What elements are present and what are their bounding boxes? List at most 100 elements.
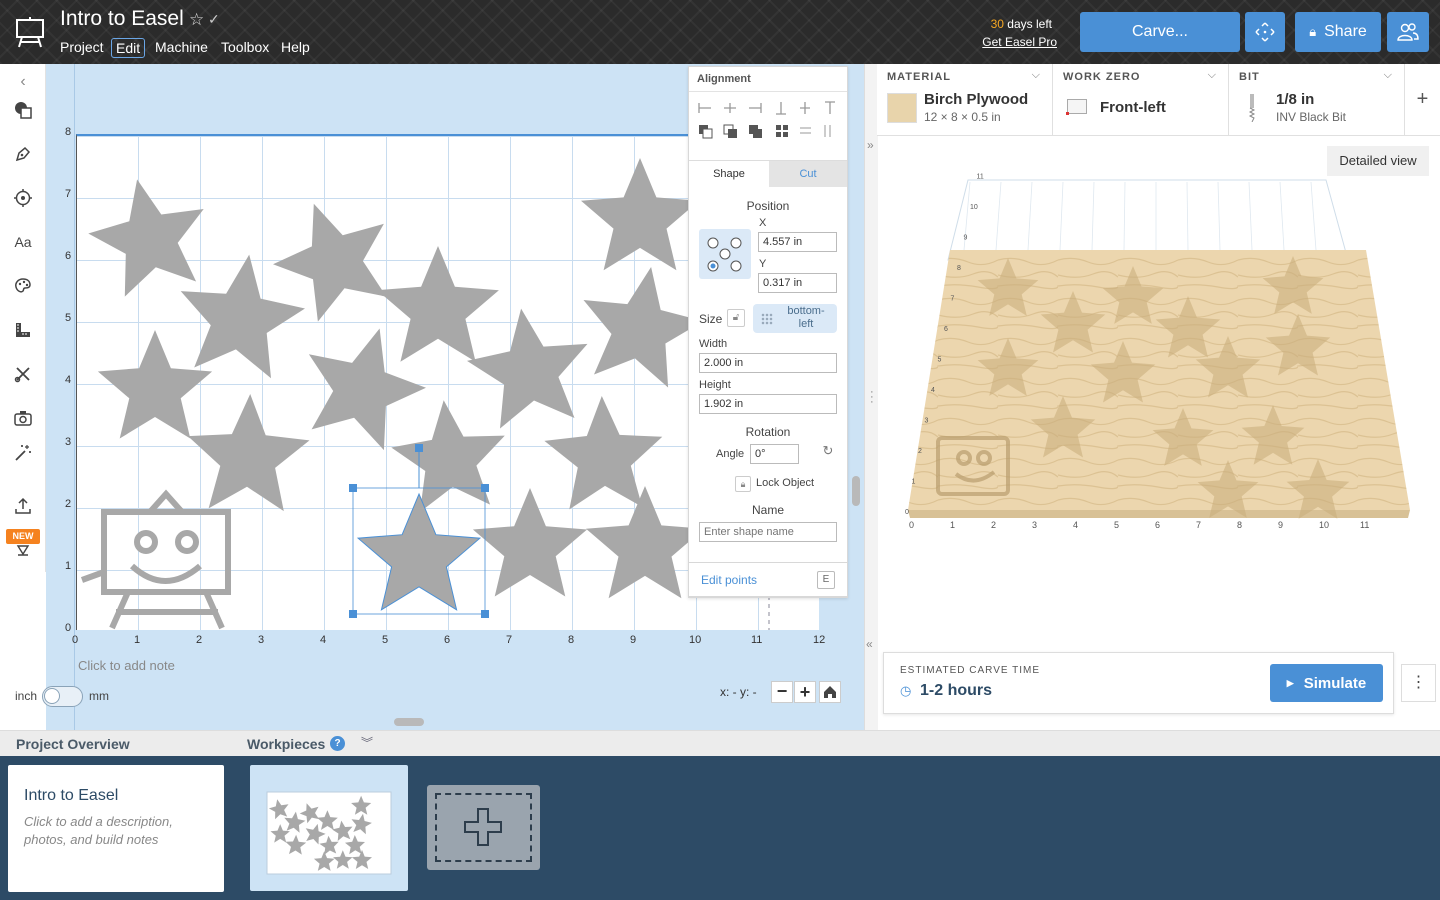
menu-toolbox[interactable]: Toolbox: [217, 38, 273, 56]
move-arrows-icon: [1255, 22, 1275, 42]
unit-toggle[interactable]: [42, 686, 83, 707]
more-options-button[interactable]: ⋮: [1401, 664, 1436, 702]
text-icon[interactable]: Aa: [11, 230, 35, 254]
target-icon[interactable]: [11, 186, 35, 210]
collapse-left-icon[interactable]: ‹: [11, 70, 35, 94]
preview-x-tick: 5: [1114, 520, 1119, 530]
width-label: Width: [699, 338, 728, 350]
ruler-icon[interactable]: [11, 318, 35, 342]
shape-name-input[interactable]: [699, 522, 837, 542]
material-dims: 12 × 8 × 0.5 in: [924, 110, 1001, 124]
x-tick-label: 12: [813, 634, 826, 646]
vertical-scrollbar[interactable]: [852, 476, 860, 506]
saved-check-icon: ✓: [208, 11, 220, 27]
share-button[interactable]: 🔒︎ Share: [1295, 12, 1381, 52]
x-tick-label: 8: [568, 634, 575, 646]
y-position-input[interactable]: 0.317 in: [758, 273, 837, 293]
bit-icon: [1248, 94, 1256, 122]
preview-x-tick: 8: [1237, 520, 1242, 530]
carve-time-value: 1-2 hours: [920, 682, 993, 699]
cut-tools-icon[interactable]: [11, 362, 35, 386]
preview-y-tick: 1: [912, 479, 916, 486]
carve-preview-3d[interactable]: 0 1 2 3 4 5 6 7 8 9 10 11 0 1 2 3 4 5 6 7 8 9 10 11: [878, 170, 1440, 540]
x-tick-label: 10: [689, 634, 702, 646]
preview-x-tick: 11: [1360, 520, 1369, 530]
size-lock-icon[interactable]: 🔓︎: [727, 309, 745, 327]
alignment-icons[interactable]: [697, 99, 841, 139]
people-icon: [1397, 23, 1419, 41]
menu-help[interactable]: Help: [277, 38, 314, 56]
expand-left-icon[interactable]: «: [866, 637, 873, 651]
home-view-button[interactable]: [819, 681, 841, 703]
rotate-reset-icon[interactable]: ↻: [819, 443, 837, 461]
x-position-input[interactable]: 4.557 in: [758, 232, 837, 252]
camera-icon[interactable]: [11, 406, 35, 430]
x-tick-label: 4: [320, 634, 327, 646]
bit-name: INV Black Bit: [1276, 110, 1347, 124]
lock-object-checkbox[interactable]: 🔒︎: [735, 476, 751, 492]
angle-input[interactable]: 0°: [750, 444, 799, 464]
project-card-description[interactable]: Click to add a description, photos, and …: [24, 813, 204, 849]
workpieces-tab[interactable]: Workpieces: [247, 736, 325, 752]
anchor-selector[interactable]: [699, 229, 751, 279]
menu-project[interactable]: Project: [56, 38, 108, 56]
menu-machine[interactable]: Machine: [151, 38, 212, 56]
help-icon[interactable]: ?: [330, 736, 345, 751]
y-tick-label: 3: [65, 436, 72, 448]
palette-icon[interactable]: [11, 274, 35, 298]
jog-machine-button[interactable]: [1245, 12, 1285, 52]
trial-days-suffix: days left: [1003, 17, 1052, 31]
simulate-button[interactable]: ▶ Simulate: [1270, 664, 1383, 702]
project-overview-tab[interactable]: Project Overview: [16, 736, 130, 752]
material-selector[interactable]: MATERIAL ⌵ Birch Plywood 12 × 8 × 0.5 in: [877, 64, 1053, 136]
collapse-double-chevron-icon[interactable]: ︾: [361, 734, 373, 751]
size-anchor-button[interactable]: bottom- left: [753, 304, 837, 333]
workpiece-thumbnail[interactable]: [250, 765, 408, 891]
get-easel-pro-link[interactable]: Get Easel Pro: [960, 35, 1057, 49]
work-zero-selector[interactable]: WORK ZERO ⌵ Front-left: [1053, 64, 1229, 136]
magic-wand-icon[interactable]: [11, 441, 35, 465]
canvas-note[interactable]: Click to add note: [78, 658, 175, 673]
expand-right-icon[interactable]: »: [867, 138, 874, 152]
y-tick-label: 4: [65, 374, 72, 386]
project-title[interactable]: Intro to Easel: [60, 7, 184, 31]
preview-y-tick: 5: [938, 357, 942, 364]
easel-logo-icon[interactable]: [14, 16, 46, 48]
y-tick-label: 5: [65, 312, 72, 324]
pen-icon[interactable]: [11, 142, 35, 166]
collapse-down-icon[interactable]: [11, 538, 35, 562]
zoom-in-button[interactable]: +: [794, 681, 816, 703]
add-workpiece-button[interactable]: [427, 785, 540, 870]
bit-selector[interactable]: BIT ⌵ 1/8 in INV Black Bit: [1229, 64, 1405, 136]
x-label: X: [759, 217, 767, 229]
grid-dots-icon: [761, 313, 773, 325]
height-input[interactable]: 1.902 in: [699, 394, 837, 414]
bit-size: 1/8 in: [1276, 91, 1315, 108]
project-overview-card[interactable]: Intro to Easel Click to add a descriptio…: [8, 765, 224, 892]
tab-shape[interactable]: Shape: [689, 160, 769, 187]
y-tick-label: 6: [65, 250, 72, 262]
preview-y-tick: 3: [925, 418, 929, 425]
edit-points-link[interactable]: Edit points: [701, 573, 757, 587]
edit-points-row[interactable]: Edit points E: [688, 562, 848, 597]
drag-handle-icon[interactable]: · · ·: [870, 387, 874, 408]
shapes-icon[interactable]: [11, 98, 35, 122]
width-input[interactable]: 2.000 in: [699, 353, 837, 373]
tab-cut[interactable]: Cut: [769, 160, 847, 187]
pane-divider[interactable]: » · · · «: [864, 64, 878, 730]
upload-icon[interactable]: [11, 494, 35, 518]
preview-y-tick: 11: [977, 174, 984, 181]
menu-edit[interactable]: Edit: [111, 38, 146, 58]
favorite-star-icon[interactable]: ☆: [189, 10, 204, 30]
zoom-out-button[interactable]: −: [771, 681, 793, 703]
horizontal-scrollbar[interactable]: [394, 718, 424, 726]
x-tick-label: 3: [258, 634, 265, 646]
y-tick-label: 1: [65, 560, 72, 572]
add-bit-button[interactable]: +: [1405, 64, 1440, 136]
left-toolbar: ‹ Aa NEW: [0, 64, 46, 572]
work-zero-header: WORK ZERO: [1063, 71, 1141, 83]
plus-icon: [464, 808, 502, 846]
preview-x-tick: 1: [950, 520, 955, 530]
carve-button[interactable]: Carve...: [1080, 12, 1240, 52]
collaborators-button[interactable]: [1387, 12, 1429, 52]
